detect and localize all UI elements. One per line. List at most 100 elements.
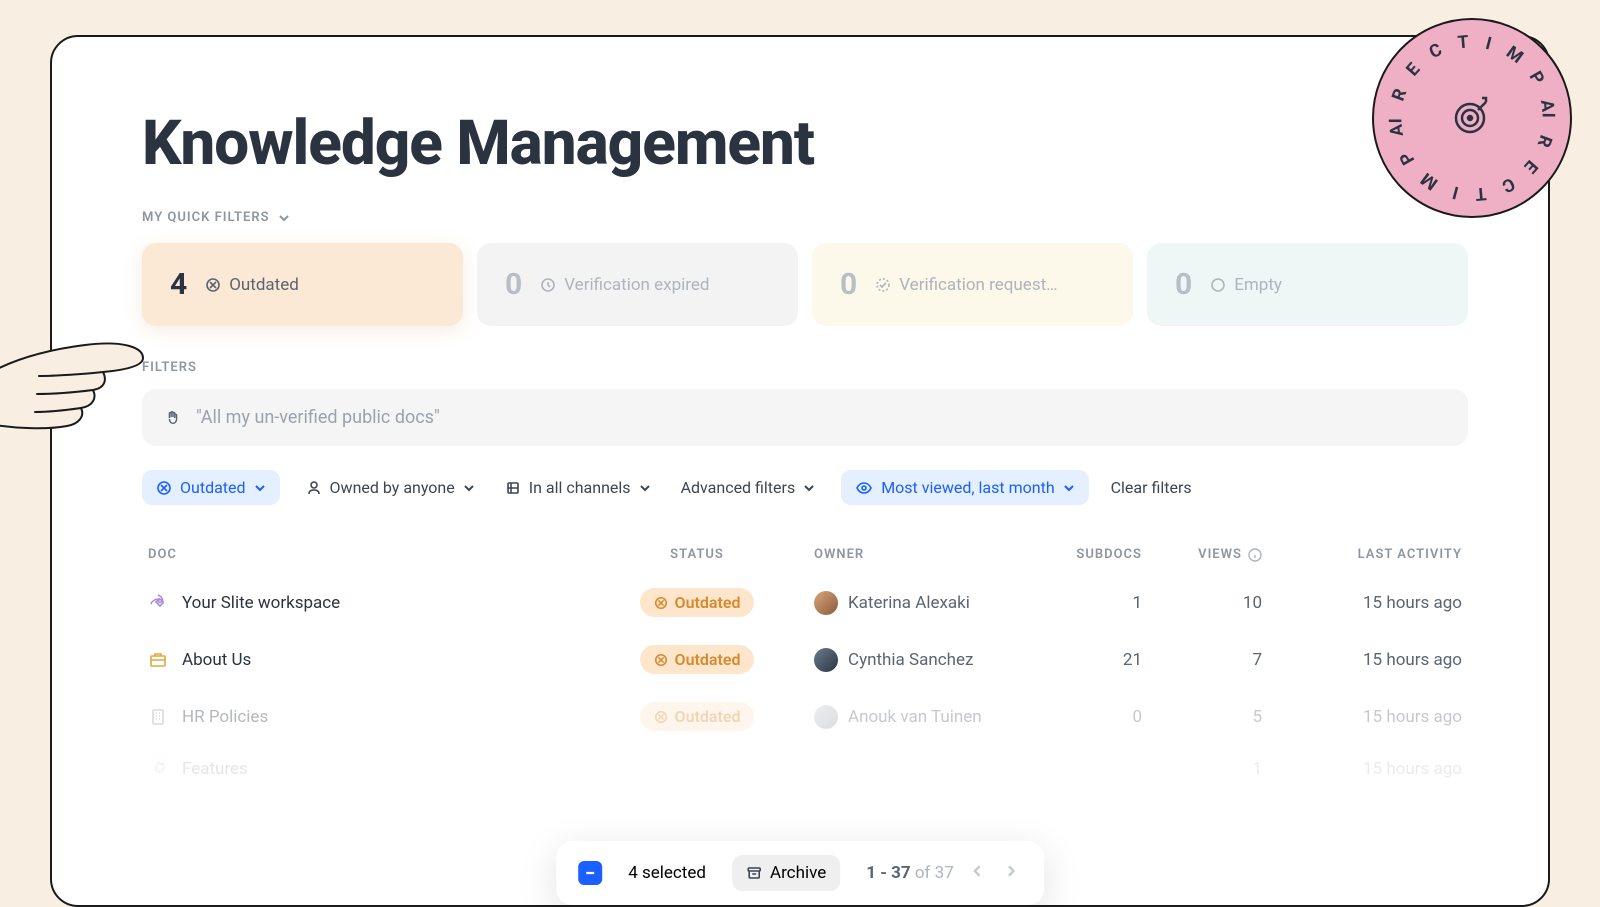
cell-owner: Cynthia Sanchez — [792, 648, 1022, 672]
quick-filter-label: Empty — [1210, 275, 1282, 295]
cell-views: 1 — [1142, 759, 1262, 779]
cell-views: 5 — [1142, 707, 1262, 727]
filter-chip-advanced[interactable]: Advanced filters — [677, 470, 820, 505]
user-icon — [306, 480, 322, 496]
svg-text:· D I R E C T I M P A C T: · D I R E C T I M P A C T — [1374, 20, 1558, 123]
flame-icon — [148, 759, 168, 779]
cell-status: Outdated — [602, 588, 792, 617]
filter-chip-channels[interactable]: In all channels — [501, 470, 655, 505]
quick-filter-label: Verification request… — [875, 275, 1057, 295]
table-row[interactable]: Your Slite workspace Outdated Katerina A… — [142, 574, 1468, 631]
chevron-down-icon — [254, 482, 266, 494]
pager-next-button[interactable] — [1000, 859, 1022, 887]
channel-icon — [505, 480, 521, 496]
outdated-icon — [654, 596, 668, 610]
chevron-down-icon — [463, 482, 475, 494]
quick-filter-empty[interactable]: 0 Empty — [1147, 243, 1468, 326]
chevron-down-icon — [278, 212, 290, 224]
filter-chips-row: Outdated Owned by anyone In all channels… — [142, 470, 1468, 505]
outdated-icon — [654, 653, 668, 667]
cell-last: 15 hours ago — [1262, 759, 1462, 779]
quick-filters-row: 4 Outdated 0 Verification expired 0 — [142, 243, 1468, 326]
filter-chip-sort[interactable]: Most viewed, last month — [841, 470, 1088, 505]
th-doc: DOC — [148, 547, 602, 562]
verify-request-icon — [875, 277, 891, 293]
clock-icon — [540, 277, 556, 293]
table-row[interactable]: HR Policies Outdated Anouk van Tuinen 0 … — [142, 688, 1468, 745]
chevron-down-icon — [639, 482, 651, 494]
filter-chip-outdated[interactable]: Outdated — [142, 470, 280, 505]
chevron-down-icon — [1063, 482, 1075, 494]
cell-subdocs: 1 — [1022, 593, 1142, 613]
filter-search-input[interactable]: "All my un-verified public docs" — [142, 389, 1468, 446]
filter-placeholder: "All my un-verified public docs" — [196, 407, 440, 428]
cell-doc: HR Policies — [148, 707, 602, 727]
quick-filter-verification-requested[interactable]: 0 Verification request… — [812, 243, 1133, 326]
empty-icon — [1210, 277, 1226, 293]
cell-doc: About Us — [148, 650, 602, 670]
app-window: Knowledge Management MY QUICK FILTERS 4 … — [50, 35, 1550, 907]
cell-status: Outdated — [602, 702, 792, 731]
avatar — [814, 591, 838, 615]
archive-icon — [746, 865, 762, 881]
table-header: DOC STATUS OWNER SUBDOCS VIEWS LAST ACTI… — [142, 535, 1468, 574]
doc-title: About Us — [182, 650, 251, 670]
quick-filters-label: MY QUICK FILTERS — [142, 210, 270, 225]
filter-chip-owner[interactable]: Owned by anyone — [302, 470, 479, 505]
cell-last: 15 hours ago — [1262, 650, 1462, 670]
cell-subdocs: 21 — [1022, 650, 1142, 670]
th-owner: OWNER — [792, 547, 1022, 562]
quick-filter-count: 0 — [1175, 267, 1192, 302]
cell-doc: Your Slite workspace — [148, 593, 602, 613]
th-views: VIEWS — [1142, 547, 1262, 562]
cell-views: 7 — [1142, 650, 1262, 670]
outdated-icon — [654, 710, 668, 724]
th-last: LAST ACTIVITY — [1262, 547, 1462, 562]
direct-impact-stamp: · D I R E C T I M P A C T · D I R E C T … — [1372, 18, 1572, 218]
cell-owner: Anouk van Tuinen — [792, 705, 1022, 729]
quick-filter-label: Outdated — [205, 275, 299, 295]
clear-filters-link[interactable]: Clear filters — [1111, 478, 1192, 497]
doc-title: HR Policies — [182, 707, 268, 727]
cell-views: 10 — [1142, 593, 1262, 613]
info-icon[interactable] — [1248, 548, 1262, 562]
eye-icon — [855, 479, 873, 497]
cell-owner: Katerina Alexaki — [792, 591, 1022, 615]
table-row[interactable]: About Us Outdated Cynthia Sanchez 21 7 1… — [142, 631, 1468, 688]
selection-indicator-icon[interactable] — [578, 861, 602, 885]
archive-button[interactable]: Archive — [732, 855, 840, 891]
quick-filter-label: Verification expired — [540, 275, 709, 295]
quick-filter-verification-expired[interactable]: 0 Verification expired — [477, 243, 798, 326]
table-row[interactable]: Features 1 15 hours ago — [142, 745, 1468, 793]
cell-status: Outdated — [602, 645, 792, 674]
hand-raise-icon — [164, 409, 182, 427]
quick-filter-outdated[interactable]: 4 Outdated — [142, 243, 463, 326]
avatar — [814, 705, 838, 729]
outdated-icon — [156, 480, 172, 496]
quick-filter-count: 0 — [505, 267, 522, 302]
status-badge: Outdated — [640, 645, 755, 674]
cell-subdocs: 0 — [1022, 707, 1142, 727]
status-badge: Outdated — [640, 702, 755, 731]
avatar — [814, 648, 838, 672]
rocket-icon — [148, 593, 168, 613]
th-status: STATUS — [602, 547, 792, 562]
filters-section-label: FILTERS — [142, 360, 1468, 375]
th-subdocs: SUBDOCS — [1022, 547, 1142, 562]
quick-filter-count: 0 — [840, 267, 857, 302]
doc-title: Features — [182, 759, 248, 779]
doc-title: Your Slite workspace — [182, 593, 340, 613]
building-icon — [148, 650, 168, 670]
page-title: Knowledge Management — [142, 107, 1468, 180]
pager: 1 - 37 of 37 — [866, 859, 1022, 887]
cell-doc: Features — [148, 759, 602, 779]
quick-filter-count: 4 — [170, 267, 187, 302]
chevron-down-icon — [803, 482, 815, 494]
bulk-action-bar: 4 selected Archive 1 - 37 of 37 — [556, 841, 1044, 905]
pager-prev-button[interactable] — [966, 859, 988, 887]
quick-filters-toggle[interactable]: MY QUICK FILTERS — [142, 210, 1468, 225]
office-icon — [148, 707, 168, 727]
cell-last: 15 hours ago — [1262, 707, 1462, 727]
selection-count: 4 selected — [628, 863, 706, 883]
cell-last: 15 hours ago — [1262, 593, 1462, 613]
